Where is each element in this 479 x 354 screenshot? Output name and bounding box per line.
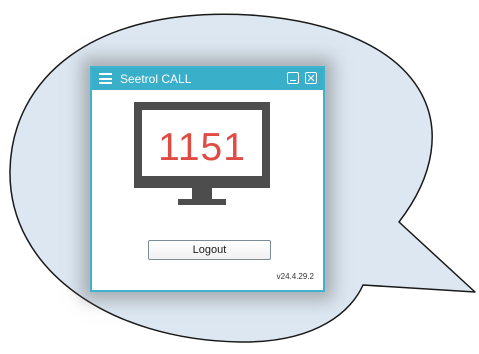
screenshot-stage: Seetrol CALL 1151 Logout v24.4.29.2	[0, 0, 479, 354]
close-icon	[307, 74, 315, 82]
version-label: v24.4.29.2	[276, 272, 314, 281]
minimize-button[interactable]	[287, 72, 299, 84]
title-bar: Seetrol CALL	[92, 68, 323, 90]
close-button[interactable]	[305, 72, 317, 84]
app-window: Seetrol CALL 1151 Logout v24.4.29.2	[90, 66, 325, 292]
app-title: Seetrol CALL	[120, 72, 192, 86]
minimize-icon	[290, 80, 296, 81]
connection-code: 1151	[158, 126, 246, 169]
logout-button[interactable]: Logout	[148, 240, 271, 260]
hamburger-menu-icon[interactable]	[99, 73, 112, 84]
